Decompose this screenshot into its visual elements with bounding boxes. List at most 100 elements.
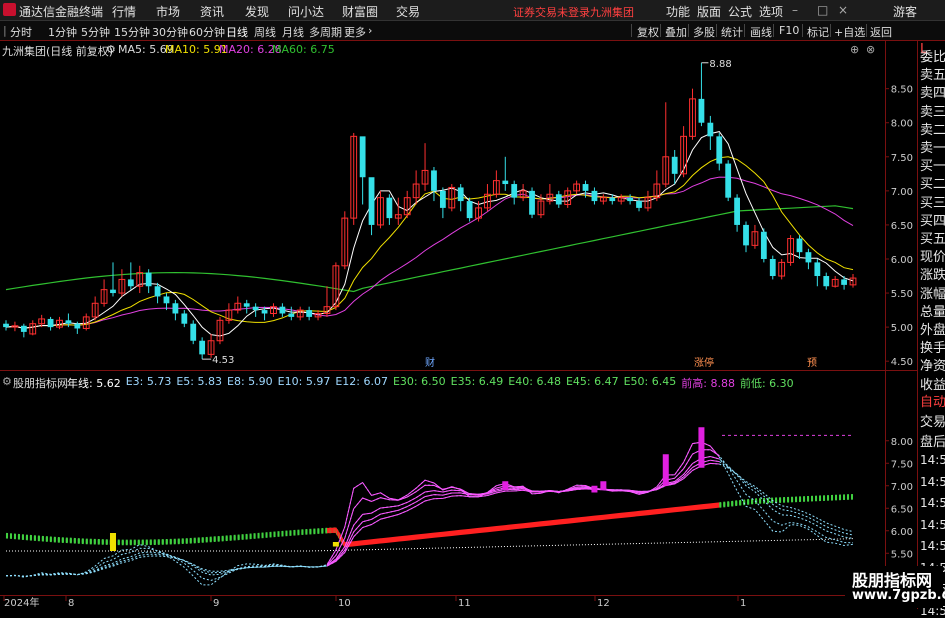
- candle-body: [769, 258, 776, 277]
- candle-body: [636, 201, 642, 208]
- panel-item[interactable]: 自动: [920, 391, 945, 410]
- signal-bar: [109, 533, 116, 551]
- candle-body: [163, 296, 170, 304]
- panel-item: 买二: [920, 177, 945, 193]
- x-tick-label: 8: [68, 598, 74, 609]
- candle-body: [306, 310, 313, 317]
- tick-time: 14:5: [920, 539, 945, 553]
- candle-body: [627, 197, 634, 202]
- more-chevron-icon[interactable]: ›: [368, 24, 372, 37]
- period-more[interactable]: 更多: [344, 24, 366, 40]
- menu-wenxiaoda[interactable]: 问小达: [288, 3, 324, 20]
- candle-body: [20, 325, 27, 332]
- event-marker: 涨停: [694, 356, 714, 369]
- panel-item: 现价: [920, 250, 945, 266]
- period-30min[interactable]: 30分钟: [152, 24, 188, 40]
- app-logo-icon: [3, 3, 16, 16]
- minimize-icon[interactable]: –: [792, 3, 798, 17]
- period-15min[interactable]: 15分钟: [114, 24, 150, 40]
- panel-item: 收益: [920, 377, 945, 393]
- guest-button[interactable]: 游客: [893, 3, 917, 20]
- candle-body: [591, 190, 598, 202]
- menu-hangqing[interactable]: 行情: [112, 3, 136, 20]
- tick-time: 14:5: [920, 474, 945, 489]
- toolbar-divider: [744, 24, 745, 37]
- candle-body: [288, 313, 295, 317]
- period-multi[interactable]: 多周期: [309, 24, 342, 40]
- candle-body: [252, 306, 259, 311]
- x-tick-label: 1: [740, 598, 746, 609]
- period-5min[interactable]: 5分钟: [81, 24, 110, 40]
- ind-tick-label: 6.00: [891, 527, 913, 538]
- panel-item: 买一: [920, 159, 945, 175]
- menu-banmian[interactable]: 版面: [697, 3, 721, 20]
- stock-name-header: 九洲集团: [590, 6, 634, 19]
- tool-add-watchlist[interactable]: +自选: [834, 24, 865, 40]
- candle-body: [805, 252, 812, 263]
- candle-body: [110, 289, 116, 294]
- tool-fuquan[interactable]: 复权: [637, 24, 659, 40]
- period-daily[interactable]: 日线: [226, 24, 248, 40]
- period-fenshi[interactable]: 分时: [10, 24, 32, 40]
- tool-fanhui[interactable]: 返回: [870, 24, 892, 40]
- candle-body: [190, 323, 197, 341]
- candle-body: [74, 323, 81, 329]
- candle-body: [671, 156, 678, 174]
- toolbar-divider: [631, 24, 632, 37]
- panel-item: 卖三: [920, 104, 945, 120]
- close-icon[interactable]: ×: [838, 3, 848, 17]
- period-toolbar: | 分时 1分钟 5分钟 15分钟 30分钟 60分钟 日线 周线 月线 多周期…: [0, 21, 945, 41]
- short-ema-cyan: [5, 462, 854, 577]
- kline-chart[interactable]: 8.00 7.50 7.00 6.50 6.00 5.50 2024年 8 9 10 11 12 1 8…: [0, 41, 917, 609]
- panel-item: 买四: [920, 213, 945, 229]
- tool-biaoji[interactable]: 标记: [807, 24, 829, 40]
- candle-body: [3, 323, 9, 328]
- candle-body: [181, 313, 188, 324]
- toolbar-divider: [688, 24, 689, 37]
- period-60min[interactable]: 60分钟: [189, 24, 225, 40]
- menu-zixun[interactable]: 资讯: [200, 3, 224, 20]
- ind-tick-label: 7.50: [891, 459, 913, 470]
- tool-tongji[interactable]: 统计: [721, 24, 743, 40]
- period-monthly[interactable]: 月线: [282, 24, 304, 40]
- ind-tick-label: 5.50: [891, 549, 913, 560]
- candle-body: [431, 170, 437, 191]
- menu-faxian[interactable]: 发现: [245, 3, 269, 20]
- title-bar: 通达信金融终端 行情 市场 资讯 发现 问小达 财富圈 交易 证券交易未登录 九…: [0, 0, 945, 21]
- candle-body: [796, 238, 803, 253]
- tool-f10[interactable]: F10: [779, 24, 799, 37]
- menu-shichang[interactable]: 市场: [156, 3, 180, 20]
- menu-gongneng[interactable]: 功能: [666, 3, 690, 20]
- short-ema-cyan: [5, 449, 854, 581]
- tool-diejia[interactable]: 叠加: [665, 24, 687, 40]
- menu-caifuquan[interactable]: 财富圈: [342, 3, 378, 20]
- short-ema-magenta: [326, 462, 720, 567]
- year-line: [6, 538, 854, 552]
- panel-item[interactable]: 交易: [920, 411, 945, 430]
- indicator-layer: 8.00 7.50 7.00 6.50 6.00 5.50 2024年 8 9 10 11 12 1: [3, 427, 913, 609]
- candle-body: [154, 286, 161, 297]
- period-weekly[interactable]: 周线: [254, 24, 276, 40]
- tool-huaxian[interactable]: 画线: [750, 24, 772, 40]
- x-tick-label: 2024年: [4, 596, 39, 609]
- candle-body: [841, 279, 847, 285]
- high-label: 8.88: [709, 59, 731, 70]
- menu-gongshi[interactable]: 公式: [728, 3, 752, 20]
- tool-duogu[interactable]: 多股: [693, 24, 715, 40]
- panel-item[interactable]: 盘后: [920, 431, 945, 450]
- candle-body: [457, 187, 464, 202]
- maximize-icon[interactable]: □: [817, 3, 828, 17]
- menu-jiaoyi[interactable]: 交易: [396, 3, 420, 20]
- period-1min[interactable]: 1分钟: [48, 24, 77, 40]
- menu-xuanxiang[interactable]: 选项: [759, 3, 783, 20]
- candle-body: [814, 262, 821, 277]
- candle-body: [582, 184, 589, 191]
- tick-time: 14:5: [920, 517, 945, 532]
- login-warning[interactable]: 证券交易未登录: [513, 4, 590, 20]
- candle-body: [707, 122, 714, 137]
- candles: [3, 62, 857, 360]
- candle-body: [145, 272, 152, 287]
- candle-body: [529, 190, 535, 215]
- candle-body: [127, 279, 134, 287]
- candle-body: [698, 98, 705, 123]
